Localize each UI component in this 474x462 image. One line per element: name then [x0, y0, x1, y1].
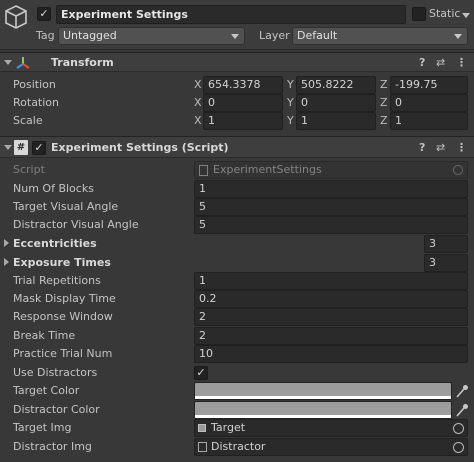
exposure-times-label[interactable]: Exposure Times: [13, 254, 111, 272]
target-img-value: Target: [211, 421, 246, 434]
script-component-title: Experiment Settings (Script): [51, 141, 229, 154]
active-checkbox[interactable]: ✓: [37, 7, 51, 21]
rotation-y-axis[interactable]: Y: [287, 94, 294, 112]
alpha-bar: [195, 396, 451, 399]
preset-icon[interactable]: ⇄: [436, 141, 445, 155]
tag-value: Untagged: [63, 29, 117, 42]
scale-z-axis[interactable]: Z: [380, 112, 388, 130]
help-icon[interactable]: ?: [419, 56, 425, 70]
fold-arrow-icon[interactable]: [4, 258, 9, 266]
distractor-img-label: Distractor Img: [13, 440, 92, 453]
static-dropdown-arrow[interactable]: [462, 13, 470, 18]
tag-dropdown[interactable]: Untagged: [58, 27, 245, 45]
distractor-visual-angle-label: Distractor Visual Angle: [13, 218, 139, 231]
static-label: Static: [429, 7, 461, 20]
object-picker-icon[interactable]: [453, 423, 464, 434]
fold-arrow-icon[interactable]: [4, 145, 12, 150]
target-img-field[interactable]: Target: [194, 419, 468, 437]
practice-trial-num-label: Practice Trial Num: [13, 347, 113, 360]
fold-arrow-icon[interactable]: [4, 60, 12, 65]
position-z-field[interactable]: -199.75: [390, 76, 468, 94]
transform-header[interactable]: Transform ? ⇄ ⋮: [0, 52, 474, 72]
chevron-down-icon: [231, 34, 239, 39]
trial-repetitions-label: Trial Repetitions: [13, 274, 101, 287]
gameobject-name-field[interactable]: Experiment Settings: [56, 5, 406, 24]
target-img-label: Target Img: [13, 421, 72, 434]
script-asset-icon: [199, 165, 208, 176]
mask-display-time-field[interactable]: 0.2: [194, 290, 468, 308]
num-of-blocks-field[interactable]: 1: [194, 180, 468, 198]
position-label: Position: [13, 78, 56, 91]
eyedropper-icon[interactable]: [455, 402, 469, 418]
target-visual-angle-field[interactable]: 5: [194, 198, 468, 216]
eccentricities-label[interactable]: Eccentricities: [13, 235, 97, 253]
help-icon[interactable]: ?: [419, 141, 425, 155]
response-window-field[interactable]: 2: [194, 308, 468, 326]
target-color-label: Target Color: [13, 384, 80, 397]
break-time-field[interactable]: 2: [194, 327, 468, 345]
scale-y-field[interactable]: 1: [296, 112, 376, 130]
layer-label: Layer: [259, 29, 290, 42]
layer-value: Default: [297, 29, 338, 42]
scale-z-field[interactable]: 1: [390, 112, 468, 130]
object-picker-icon: [453, 165, 463, 175]
distractor-color-label: Distractor Color: [13, 403, 100, 416]
script-enabled-checkbox[interactable]: ✓: [32, 141, 46, 155]
use-distractors-checkbox[interactable]: ✓: [194, 366, 208, 380]
static-checkbox[interactable]: [412, 7, 426, 21]
mask-display-time-label: Mask Display Time: [13, 292, 116, 305]
script-object-field: ExperimentSettings: [194, 161, 468, 179]
layer-dropdown[interactable]: Default: [292, 27, 468, 45]
position-y-field[interactable]: 505.8222: [296, 76, 376, 94]
target-color-swatch[interactable]: [194, 382, 452, 400]
use-distractors-label: Use Distractors: [13, 366, 98, 379]
rotation-x-field[interactable]: 0: [203, 94, 283, 112]
scale-y-axis[interactable]: Y: [287, 112, 294, 130]
position-y-axis[interactable]: Y: [287, 76, 294, 94]
transform-title: Transform: [51, 56, 114, 69]
position-x-axis[interactable]: X: [194, 76, 202, 94]
distractor-visual-angle-field[interactable]: 5: [194, 216, 468, 234]
sprite-icon: [198, 424, 206, 432]
object-picker-icon[interactable]: [453, 442, 464, 453]
rotation-z-field[interactable]: 0: [390, 94, 468, 112]
num-of-blocks-label: Num Of Blocks: [13, 182, 94, 195]
distractor-img-field[interactable]: Distractor: [194, 438, 468, 456]
exposure-times-size-field[interactable]: 3: [424, 254, 468, 272]
tag-label: Tag: [36, 29, 55, 42]
script-component-header[interactable]: # ✓ Experiment Settings (Script) ? ⇄ ⋮: [0, 136, 474, 158]
distractor-color-swatch[interactable]: [194, 401, 452, 419]
scale-x-field[interactable]: 1: [203, 112, 283, 130]
target-visual-angle-label: Target Visual Angle: [13, 200, 119, 213]
cube-icon: [3, 4, 29, 30]
eccentricities-size-field[interactable]: 3: [424, 235, 468, 253]
response-window-label: Response Window: [13, 310, 113, 323]
more-menu-icon[interactable]: ⋮: [456, 141, 467, 155]
break-time-label: Break Time: [13, 329, 76, 342]
rotation-z-axis[interactable]: Z: [380, 94, 388, 112]
chevron-down-icon: [454, 34, 462, 39]
script-label: Script: [13, 163, 45, 176]
scale-x-axis[interactable]: X: [194, 112, 202, 130]
eyedropper-icon[interactable]: [455, 383, 469, 399]
trial-repetitions-field[interactable]: 1: [194, 272, 468, 290]
rotation-y-field[interactable]: 0: [296, 94, 376, 112]
alpha-bar: [195, 415, 451, 418]
gameobject-header: ✓ Experiment Settings Static Tag Untagge…: [0, 0, 474, 50]
fold-arrow-icon[interactable]: [4, 239, 9, 247]
preset-icon[interactable]: ⇄: [436, 56, 445, 70]
position-z-axis[interactable]: Z: [380, 76, 388, 94]
position-x-field[interactable]: 654.3378: [203, 76, 283, 94]
more-menu-icon[interactable]: ⋮: [456, 56, 467, 70]
scale-label: Scale: [13, 114, 43, 127]
practice-trial-num-field[interactable]: 10: [194, 345, 468, 363]
transform-icon: [15, 55, 31, 71]
script-value: ExperimentSettings: [213, 163, 322, 176]
rotation-x-axis[interactable]: X: [194, 94, 202, 112]
rotation-label: Rotation: [13, 96, 60, 109]
distractor-img-value: Distractor: [211, 440, 266, 453]
sprite-icon: [198, 442, 207, 452]
script-file-icon: #: [14, 140, 28, 155]
